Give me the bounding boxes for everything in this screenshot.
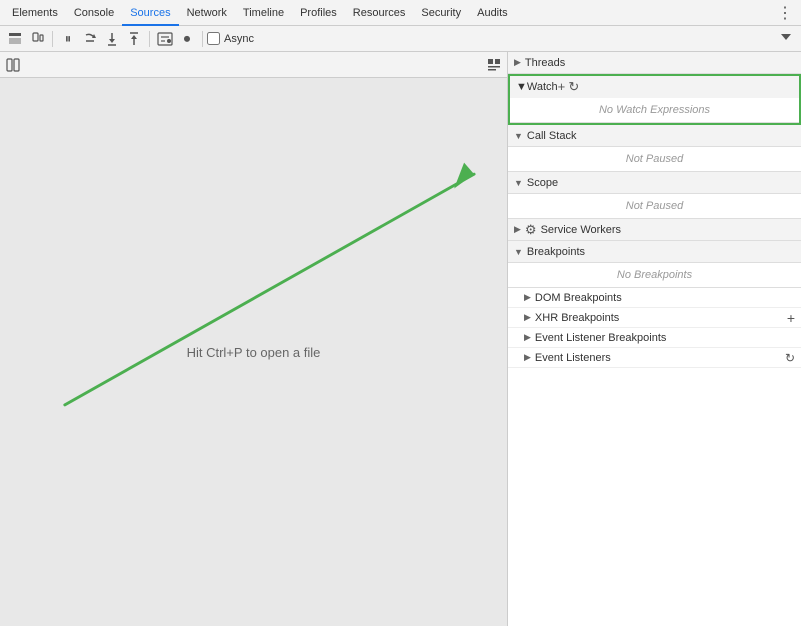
- event-listeners-chevron-icon: ▶: [524, 352, 531, 363]
- scope-content: Not Paused: [508, 194, 801, 219]
- separator: [52, 31, 53, 47]
- show-navigator-icon[interactable]: [4, 56, 22, 74]
- callstack-section-header[interactable]: ▼ Call Stack: [508, 125, 801, 147]
- dom-breakpoints-chevron-icon: ▶: [524, 292, 531, 303]
- breakpoints-section-title: Breakpoints: [527, 246, 795, 258]
- async-label: Async: [224, 33, 254, 45]
- tab-elements[interactable]: Elements: [4, 0, 66, 26]
- tab-resources[interactable]: Resources: [345, 0, 414, 26]
- async-checkbox[interactable]: [207, 32, 220, 45]
- blackbox-button[interactable]: [154, 28, 176, 50]
- tab-timeline[interactable]: Timeline: [235, 0, 292, 26]
- pause-exceptions-button[interactable]: ⏺: [176, 28, 198, 50]
- tab-audits[interactable]: Audits: [469, 0, 516, 26]
- event-listeners-item[interactable]: ▶ Event Listeners ↻: [508, 348, 801, 368]
- threads-chevron-icon: ▶: [514, 57, 521, 68]
- watch-add-button[interactable]: +: [558, 79, 566, 94]
- left-panel: Hit Ctrl+P to open a file: [0, 52, 508, 626]
- watch-chevron-icon: ▼: [516, 81, 527, 93]
- tab-security[interactable]: Security: [413, 0, 469, 26]
- scope-chevron-icon: ▼: [514, 178, 523, 188]
- step-over-button[interactable]: [79, 28, 101, 50]
- tab-network[interactable]: Network: [179, 0, 235, 26]
- drawer-toggle-button[interactable]: [4, 28, 26, 50]
- step-into-button[interactable]: [101, 28, 123, 50]
- more-options-icon[interactable]: ⋮: [773, 3, 797, 23]
- xhr-breakpoints-chevron-icon: ▶: [524, 312, 531, 323]
- event-listener-breakpoints-chevron-icon: ▶: [524, 332, 531, 343]
- xhr-breakpoints-label: XHR Breakpoints: [535, 312, 619, 324]
- event-listeners-label: Event Listeners: [535, 352, 611, 364]
- separator3: [202, 31, 203, 47]
- async-checkbox-area: Async: [207, 32, 254, 45]
- pause-button[interactable]: ⏸: [57, 28, 79, 50]
- watch-actions: + ↻: [558, 80, 580, 94]
- breakpoints-chevron-icon: ▼: [514, 247, 523, 257]
- watch-section: ▼ Watch + ↻ No Watch Expressions: [508, 74, 801, 125]
- event-listeners-refresh-button[interactable]: ↻: [785, 351, 795, 365]
- xhr-breakpoints-item[interactable]: ▶ XHR Breakpoints +: [508, 308, 801, 328]
- service-workers-section-header[interactable]: ▶ ⚙ Service Workers: [508, 219, 801, 241]
- scope-section-title: Scope: [527, 177, 795, 189]
- tab-sources[interactable]: Sources: [122, 0, 178, 26]
- callstack-section-title: Call Stack: [527, 130, 795, 142]
- left-panel-content: Hit Ctrl+P to open a file: [0, 78, 507, 626]
- dom-breakpoints-item[interactable]: ▶ DOM Breakpoints: [508, 288, 801, 308]
- breakpoints-section-header[interactable]: ▼ Breakpoints: [508, 241, 801, 263]
- watch-refresh-button[interactable]: ↻: [568, 79, 579, 94]
- watch-no-expressions: No Watch Expressions: [599, 104, 710, 116]
- format-button[interactable]: [485, 56, 503, 74]
- breakpoints-empty: No Breakpoints: [617, 269, 692, 281]
- separator2: [149, 31, 150, 47]
- service-workers-chevron-icon: ▶: [514, 224, 521, 235]
- xhr-add-button[interactable]: +: [787, 310, 795, 326]
- callstack-content: Not Paused: [508, 147, 801, 172]
- tabs: Elements Console Sources Network Timelin…: [4, 0, 516, 26]
- service-workers-gear-icon: ⚙: [525, 223, 537, 236]
- scope-section-header[interactable]: ▼ Scope: [508, 172, 801, 194]
- breakpoints-content: No Breakpoints: [508, 263, 801, 288]
- tab-profiles[interactable]: Profiles: [292, 0, 345, 26]
- watch-empty-text: No Watch Expressions: [510, 98, 799, 123]
- sources-expand-button[interactable]: [775, 28, 797, 50]
- event-listener-breakpoints-label: Event Listener Breakpoints: [535, 332, 666, 344]
- device-toolbar-button[interactable]: [26, 28, 48, 50]
- service-workers-title: Service Workers: [541, 224, 795, 236]
- callstack-chevron-icon: ▼: [514, 131, 523, 141]
- callstack-status: Not Paused: [626, 153, 683, 165]
- tab-console[interactable]: Console: [66, 0, 122, 26]
- event-listener-breakpoints-item[interactable]: ▶ Event Listener Breakpoints: [508, 328, 801, 348]
- left-panel-toolbar: [0, 52, 507, 78]
- watch-section-title: Watch: [527, 81, 558, 93]
- threads-section-header[interactable]: ▶ Threads: [508, 52, 801, 74]
- threads-section-title: Threads: [525, 57, 795, 69]
- watch-section-header[interactable]: ▼ Watch + ↻: [510, 76, 799, 98]
- main-area: Hit Ctrl+P to open a file ▶ Threads ▼ Wa…: [0, 52, 801, 626]
- file-open-hint: Hit Ctrl+P to open a file: [187, 345, 321, 360]
- devtools-toolbar: ⏸ ⏺ Async: [0, 26, 801, 52]
- scope-status: Not Paused: [626, 200, 683, 212]
- right-panel: ▶ Threads ▼ Watch + ↻ No Watch Expressio…: [508, 52, 801, 626]
- step-out-button[interactable]: [123, 28, 145, 50]
- dom-breakpoints-label: DOM Breakpoints: [535, 292, 622, 304]
- tab-bar: Elements Console Sources Network Timelin…: [0, 0, 801, 26]
